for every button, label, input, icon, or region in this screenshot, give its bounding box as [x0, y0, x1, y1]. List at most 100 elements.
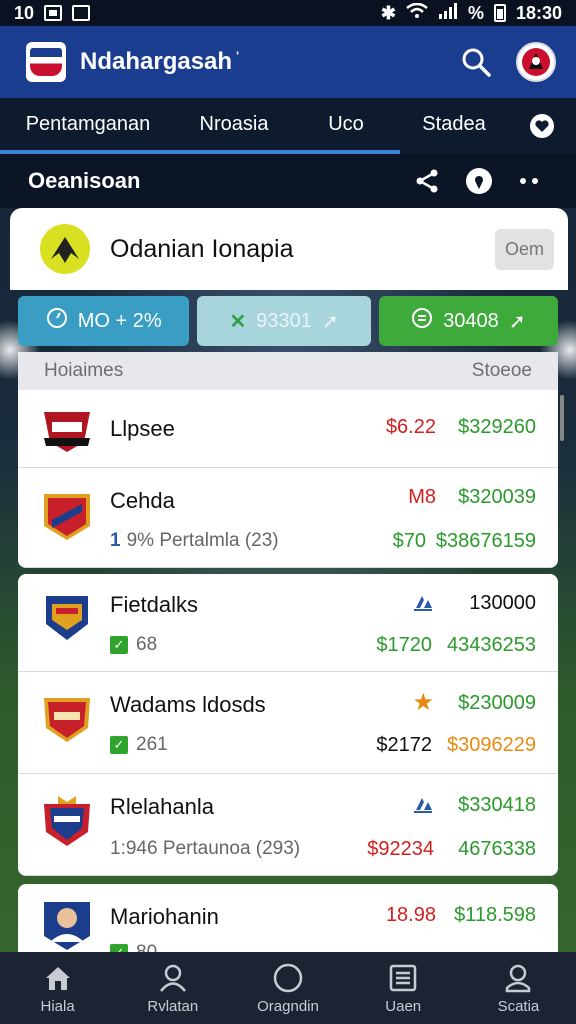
stat-pill-green[interactable]: 30408 ➚: [378, 296, 559, 346]
row-sub-text: 68: [136, 634, 158, 655]
battery-icon: [493, 4, 506, 22]
row-value-3: $70: [392, 530, 426, 552]
list-item[interactable]: Fietdalks ✓ 68 130000 $1720 43436253: [18, 574, 558, 672]
clock-icon: [46, 307, 68, 335]
home-icon: [45, 966, 70, 990]
signal-text: %: [467, 2, 484, 23]
status-left-text: 10: [14, 2, 35, 23]
row-value-2: $230009: [458, 692, 536, 714]
nav-home[interactable]: Hiala: [0, 952, 115, 1024]
row-value-2: $330418: [458, 794, 536, 816]
row-value-2: $329260: [458, 416, 536, 438]
heart-icon[interactable]: [508, 98, 576, 154]
nav-label: Oragndin: [257, 997, 319, 1015]
profile-icon: [506, 964, 531, 992]
row-value-3: $92234: [367, 838, 434, 860]
app-title: Ndahargasah ': [80, 48, 438, 76]
notification-icon: [44, 5, 63, 21]
club-crest-icon: [44, 796, 90, 846]
list-header-right[interactable]: Stoeoe: [472, 360, 532, 382]
club-crest-icon: [44, 412, 90, 452]
stat-pill-text: 30408: [443, 309, 499, 332]
app-title-superscript: ': [236, 49, 239, 63]
app-logo-icon[interactable]: [26, 42, 66, 82]
club-crest-icon: [44, 494, 90, 540]
scrollbar[interactable]: [560, 395, 564, 441]
chart-icon: [414, 798, 432, 813]
row-sub: ✓ 68: [110, 634, 157, 656]
circle-icon: [273, 963, 303, 992]
player-avatar-icon: [44, 902, 90, 950]
image-icon: [72, 5, 91, 21]
row-sub: ✓ 261: [110, 734, 168, 756]
avatar[interactable]: [514, 40, 558, 84]
bottom-nav: Hiala Rvlatan Oragndin Uaen Scatia: [0, 952, 576, 1024]
signal-icon: [438, 2, 458, 24]
nav-rvlatan[interactable]: Rvlatan: [115, 952, 230, 1024]
row-value-4: 43436253: [447, 634, 536, 656]
row-name: Wadams ldosds: [110, 692, 266, 717]
list-header-left: Hoiaimes: [44, 360, 124, 381]
row-sub-num: 1: [110, 530, 121, 551]
search-icon[interactable]: [454, 40, 498, 84]
tab-bar: Pentamganan Nroasia Uco Stadea: [0, 98, 576, 154]
status-time: 18:30: [515, 2, 562, 23]
arrow-icon: ➚: [321, 310, 339, 333]
tab-uco[interactable]: Uco: [292, 98, 400, 154]
club-logo-icon: [40, 224, 90, 274]
check-icon: ✓: [110, 735, 128, 754]
row-name: Cehda: [110, 488, 175, 513]
stat-pill-light[interactable]: ✕ 93301 ➚: [197, 296, 371, 346]
user-icon: [159, 964, 186, 992]
nav-label: Rvlatan: [147, 997, 199, 1015]
list-item[interactable]: Rlelahanla 1:946 Pertaunoa (293) $330418…: [18, 774, 558, 876]
row-value-4: $3096229: [447, 734, 536, 756]
row-sub-text: 261: [136, 734, 168, 755]
list-item[interactable]: Cehda 1 9% Pertalmla (23) M8 $320039 $70 …: [18, 468, 558, 568]
club-crest-icon: [44, 698, 90, 742]
app-header: Ndahargasah ': [0, 26, 576, 98]
row-sub-text: 9% Pertalmla (23): [126, 530, 279, 551]
stat-pill-blue[interactable]: MO + 2%: [18, 296, 190, 346]
list-item[interactable]: Llpsee $6.22 $329260: [18, 390, 558, 468]
nav-label: Uaen: [385, 997, 422, 1015]
row-value-2: 130000: [469, 592, 536, 614]
row-name: Llpsee: [110, 416, 175, 441]
row-name: Mariohanin: [110, 904, 219, 929]
cross-icon: ✕: [229, 310, 247, 333]
row-value-1: 18.98: [385, 904, 436, 926]
tab-stadea[interactable]: Stadea: [400, 98, 508, 154]
row-value-1: $6.22: [385, 416, 436, 438]
status-bar: 10 ✱ % 18:30: [0, 0, 576, 26]
row-name: Rlelahanla: [110, 794, 214, 819]
more-icon[interactable]: [514, 164, 548, 198]
chart-icon: [414, 596, 432, 611]
tab-nroasia[interactable]: Nroasia: [176, 98, 292, 154]
stat-pills: MO + 2% ✕ 93301 ➚ 30408 ➚: [18, 296, 559, 346]
nav-oragndin[interactable]: Oragndin: [230, 952, 345, 1024]
row-value-2: $320039: [458, 486, 536, 508]
section-title: Oeanisoan: [28, 168, 141, 193]
arrow-icon: ➚: [508, 310, 526, 333]
club-crest-icon: [46, 596, 88, 640]
row-value-3: $1720: [376, 634, 432, 656]
tab-pentamganan[interactable]: Pentamganan: [0, 98, 176, 154]
star-icon: ★: [412, 689, 434, 716]
list-header: Hoiaimes Stoeoe: [18, 352, 558, 390]
card-button[interactable]: Oem: [494, 228, 554, 270]
stat-pill-text: 93301: [256, 309, 312, 332]
list-item[interactable]: Mariohanin ✓80 18.98 $118.598: [18, 884, 558, 963]
row-value-3: $2172: [376, 734, 432, 756]
nav-label: Scatia: [497, 997, 540, 1015]
nav-scatia[interactable]: Scatia: [461, 952, 576, 1024]
row-value-4: 4676338: [458, 838, 536, 860]
share-icon[interactable]: [410, 164, 444, 198]
club-card: Odanian Ionapia Oem: [10, 208, 568, 290]
list-icon: [389, 964, 417, 991]
list-item[interactable]: Wadams ldosds ✓ 261 ★ $230009 $2172 $3096…: [18, 672, 558, 774]
row-badge: M8: [408, 486, 436, 508]
info-icon[interactable]: [462, 164, 496, 198]
nav-uaen[interactable]: Uaen: [346, 952, 461, 1024]
app-title-text: Ndahargasah: [80, 48, 233, 75]
row-name: Fietdalks: [110, 592, 199, 617]
